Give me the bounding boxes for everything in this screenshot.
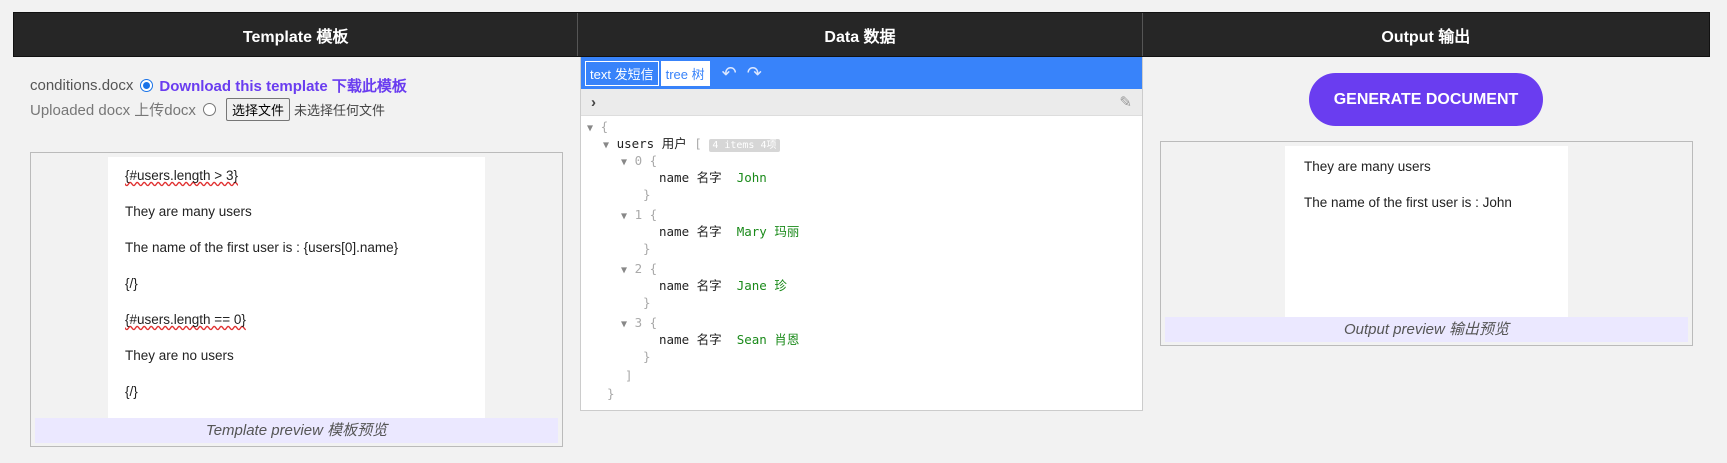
template-line: {/} [125,384,138,399]
template-line: They are no users [125,348,234,363]
redo-icon[interactable]: ↷ [747,63,762,84]
tree-item-header: ▼ 0 { [621,153,658,168]
choose-file-button[interactable]: 选择文件 [225,98,290,121]
tree-root-close: } [607,386,615,401]
tree-item-close: } [643,187,651,202]
template-line: {#users.length == 0} [125,312,246,327]
output-preview-page: They are many users The name of the firs… [1285,146,1568,318]
data-column-title: Data 数据 [578,13,1143,56]
output-preview-box: They are many users The name of the firs… [1160,141,1693,346]
tree-item-field[interactable]: name 名字 Sean 肖恩 [659,332,799,348]
no-file-chosen-text: 未选择任何文件 [293,103,385,118]
template-line: {#users.length > 3} [125,168,238,183]
tree-item-field[interactable]: name 名字 Jane 珍 [659,278,787,294]
template-line: They are many users [125,204,252,219]
edit-icon[interactable]: ✎ [1119,93,1132,111]
tree-item-close: } [643,241,651,256]
undo-icon[interactable]: ↶ [722,63,737,84]
uploaded-docx-label: Uploaded docx 上传docx [30,102,196,119]
tree-item-close: } [643,349,651,364]
tree-array-close: ] [625,368,633,383]
template-panel: conditions.docx Download this template 下… [30,57,565,447]
tree-item-header: ▼ 1 { [621,207,658,222]
expand-triangle-icon[interactable]: ▼ [603,140,609,151]
items-count-badge: 4 items 4项 [709,139,780,152]
json-editor-toolbar: text 发短信 tree 树 ↶ ↷ [581,57,1142,89]
output-column-title: Output 输出 [1381,28,1471,46]
template-column-title: Template 模板 [14,13,579,56]
expand-triangle-icon[interactable]: ▼ [621,265,627,276]
expand-triangle-icon[interactable]: ▼ [621,211,627,222]
tree-users-line: ▼ users 用户 [ 4 items 4项 [603,136,780,154]
template-preview-box: {#users.length > 3} They are many users … [30,152,563,447]
template-line: {/} [125,276,138,291]
template-option-row: conditions.docx Download this template 下… [30,75,565,96]
template-filename: conditions.docx [30,77,134,94]
expand-triangle-icon[interactable]: ▼ [621,157,627,168]
mode-tree-button[interactable]: tree 树 [660,60,710,86]
users-key[interactable]: users 用户 [617,136,687,151]
tree-root-line: ▼ { [587,119,609,134]
output-line: They are many users [1304,159,1431,174]
template-preview-page: {#users.length > 3} They are many users … [108,157,485,419]
output-preview-caption: Output preview 输出预览 [1165,317,1688,342]
tree-item-header: ▼ 2 { [621,261,658,276]
upload-option-row: Uploaded docx 上传docx 选择文件 未选择任何文件 [30,98,565,121]
mode-text-button[interactable]: text 发短信 [585,60,659,86]
download-template-link[interactable]: Download this template 下载此模板 [159,75,407,96]
output-line: The name of the first user is : John [1304,195,1512,210]
template-line: The name of the first user is : {users[0… [125,240,399,255]
template-radio-selected[interactable] [140,79,154,92]
chevron-right-icon[interactable]: › [591,94,596,111]
expand-triangle-icon[interactable]: ▼ [587,123,593,134]
upload-radio[interactable] [202,103,216,116]
json-editor: text 发短信 tree 树 ↶ ↷ › ✎ ▼ { ▼ users 用户 [… [580,57,1143,411]
tree-item-header: ▼ 3 { [621,315,658,330]
tree-item-field[interactable]: name 名字 John [659,170,767,186]
generate-document-button[interactable]: GENERATE DOCUMENT [1309,73,1543,126]
tree-item-close: } [643,295,651,310]
expand-triangle-icon[interactable]: ▼ [621,319,627,330]
tree-item-field[interactable]: name 名字 Mary 玛丽 [659,224,799,240]
json-navigation-bar: › ✎ [581,89,1142,116]
header-bar: Template 模板 Data 数据 Output 输出 [13,12,1710,57]
template-preview-caption: Template preview 模板预览 [35,418,558,443]
